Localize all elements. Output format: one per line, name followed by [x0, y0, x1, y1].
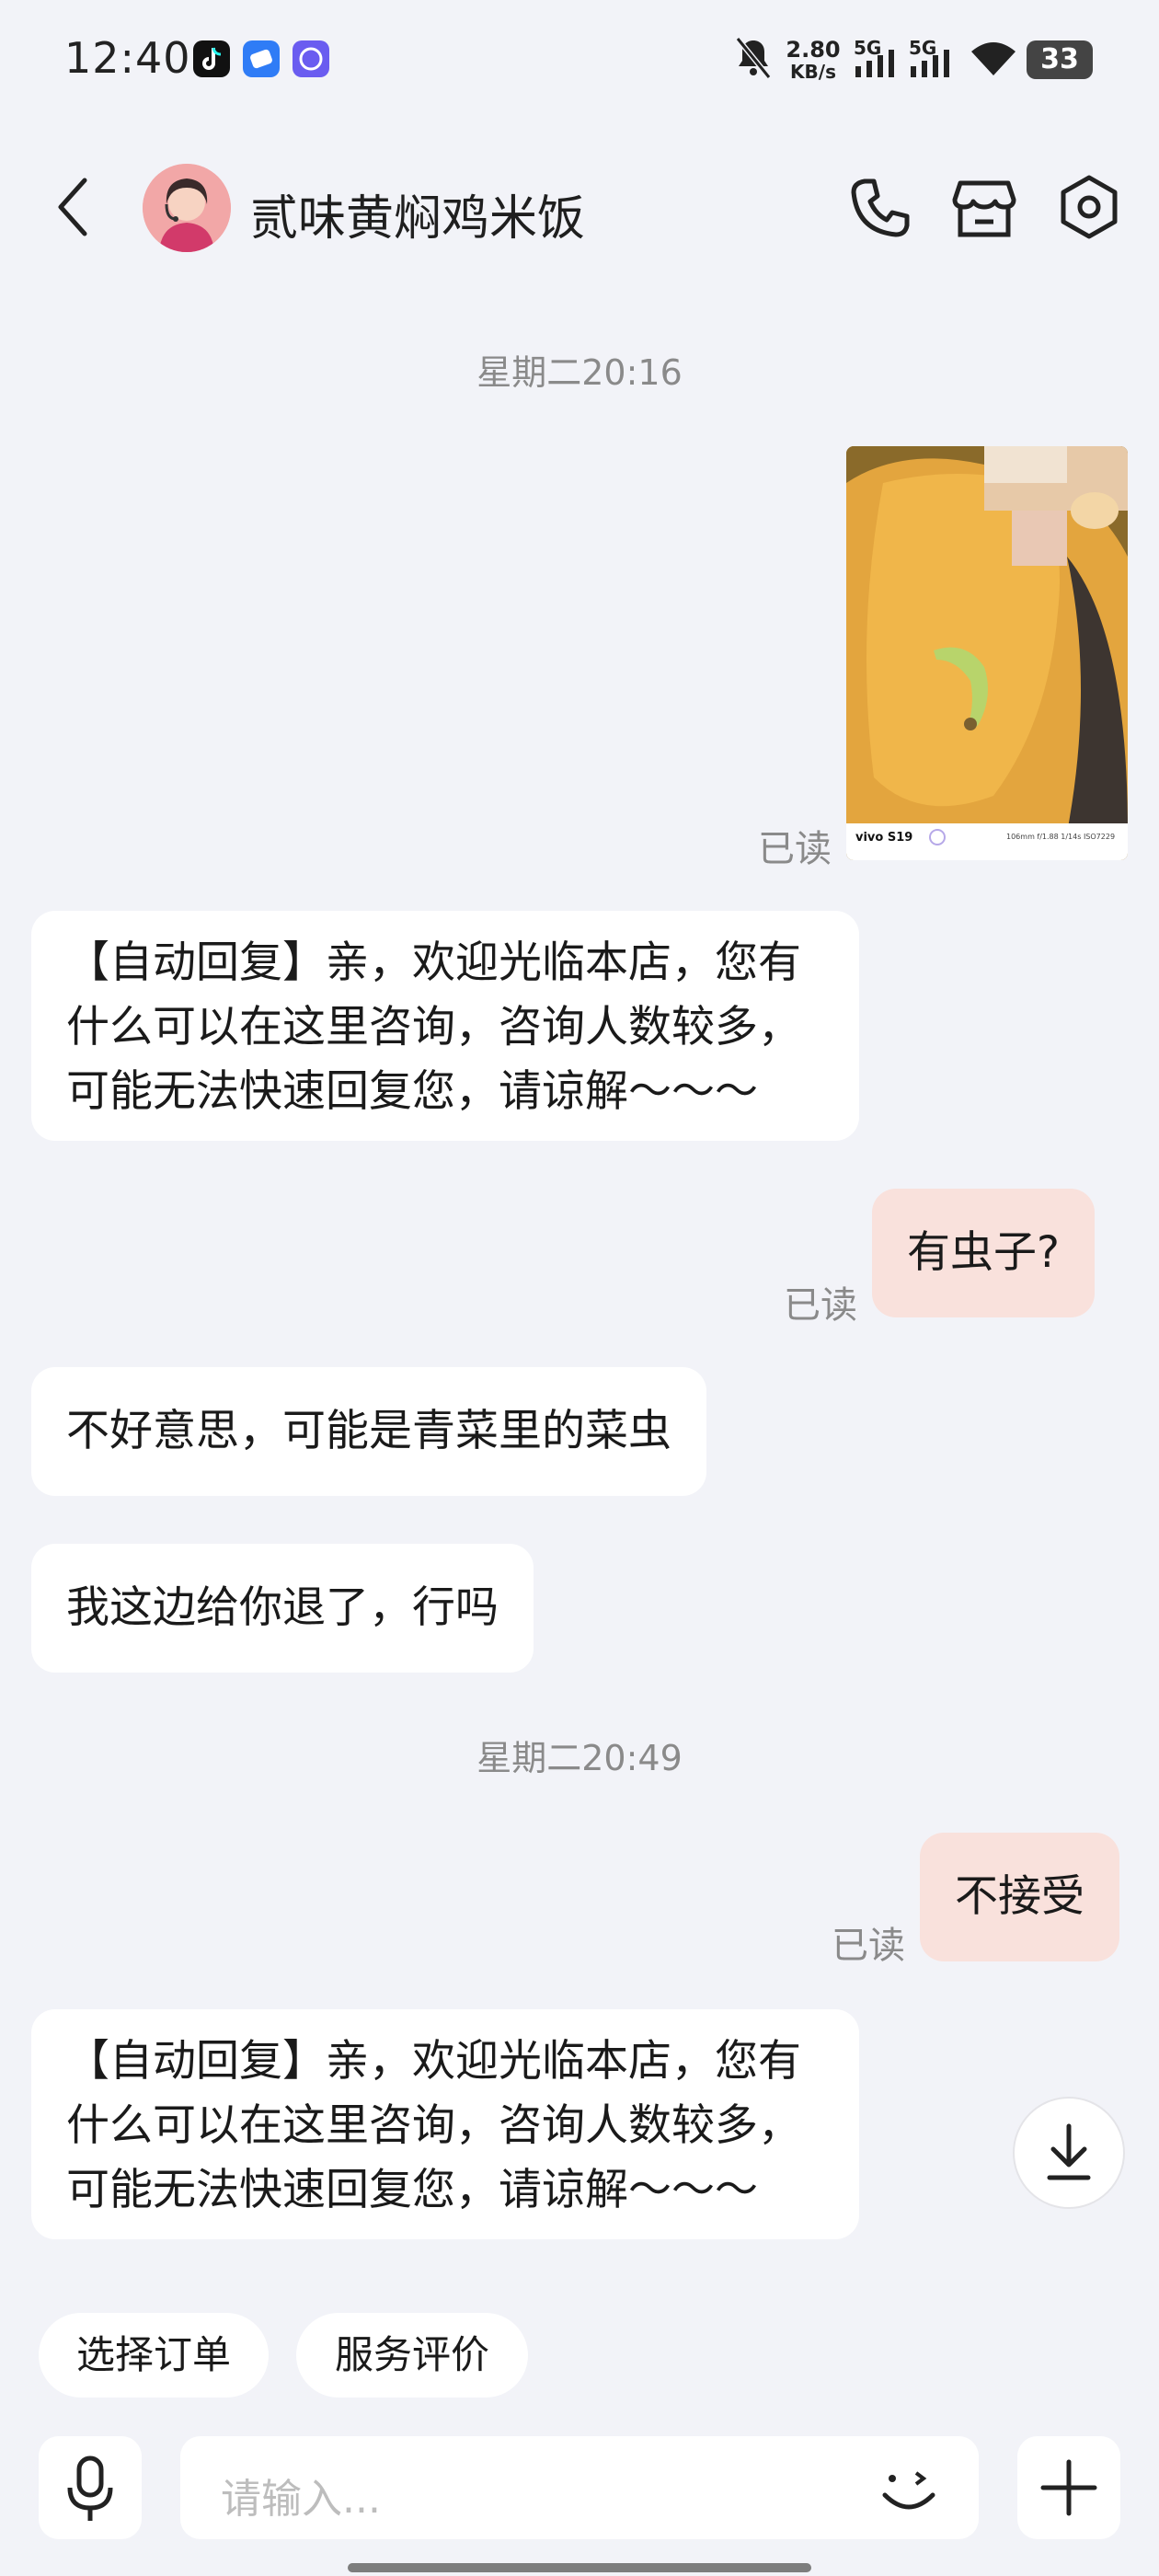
timestamp: 星期二20:49: [476, 1738, 683, 1778]
tieba-icon: [293, 40, 329, 77]
read-receipt: 已读: [758, 828, 832, 870]
emoji-icon: [882, 2471, 935, 2510]
signal-icon: [907, 35, 955, 81]
phone-button[interactable]: [844, 170, 918, 244]
microphone-icon: [67, 2455, 113, 2521]
select-order-button[interactable]: 选择订单: [39, 2313, 269, 2398]
net-speed: 2.80 KB/s: [786, 37, 841, 83]
battery-icon: 33: [1027, 40, 1093, 79]
incoming-message: 【自动回复】亲，欢迎光临本店，您有什么可以在这里咨询，咨询人数较多，可能无法快速…: [31, 2009, 859, 2239]
photo-watermark-brand: vivo S19: [855, 831, 913, 845]
settings-icon: [1061, 175, 1118, 239]
outgoing-message: 有虫子?: [872, 1189, 1095, 1317]
shop-icon: [952, 180, 1016, 237]
app-icon: [243, 40, 280, 77]
settings-button[interactable]: [1052, 170, 1126, 244]
mute-icon: [734, 35, 773, 81]
shop-button[interactable]: [947, 170, 1021, 244]
scroll-to-bottom-button[interactable]: [1013, 2097, 1125, 2209]
input-placeholder: 请输入...: [221, 2476, 381, 2523]
signal-icon: [852, 35, 900, 81]
phone-icon: [851, 178, 910, 237]
arrow-down-icon: [1047, 2123, 1091, 2180]
avatar[interactable]: [143, 164, 231, 252]
more-button[interactable]: [1017, 2436, 1120, 2539]
incoming-message: 【自动回复】亲，欢迎光临本店，您有什么可以在这里咨询，咨询人数较多，可能无法快速…: [31, 911, 859, 1141]
sent-photo[interactable]: vivo S19 106mm f/1.88 1/14s ISO7229: [846, 446, 1128, 860]
wifi-icon: [968, 35, 1019, 81]
service-review-button[interactable]: 服务评价: [296, 2313, 528, 2398]
home-indicator[interactable]: [348, 2563, 811, 2572]
message-input[interactable]: 请输入...: [180, 2436, 979, 2539]
tiktok-icon: [193, 40, 230, 77]
photo-watermark-meta: 106mm f/1.88 1/14s ISO7229: [1006, 833, 1116, 841]
chat-title: 贰味黄焖鸡米饭: [250, 191, 586, 247]
voice-button[interactable]: [39, 2436, 142, 2539]
back-icon: [58, 178, 87, 236]
emoji-button[interactable]: [872, 2451, 946, 2524]
read-receipt: 已读: [784, 1284, 857, 1327]
incoming-message: 不好意思，可能是青菜里的菜虫: [31, 1367, 706, 1496]
back-button[interactable]: [55, 175, 92, 239]
outgoing-message: 不接受: [920, 1833, 1119, 1961]
incoming-message: 我这边给你退了，行吗: [31, 1544, 534, 1673]
plus-icon: [1040, 2459, 1097, 2516]
timestamp: 星期二20:16: [476, 352, 683, 393]
status-time: 12:40: [64, 33, 191, 83]
camera-logo-icon: [929, 829, 946, 845]
read-receipt: 已读: [832, 1925, 905, 1967]
